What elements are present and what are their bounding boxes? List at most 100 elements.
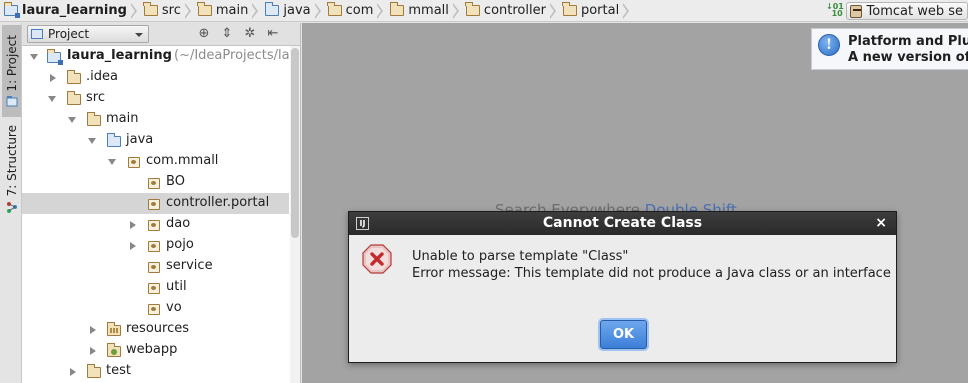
tree-node-label: pojo — [166, 237, 194, 252]
navbar-right-tools: ↓01 10 Tomcat web se — [826, 0, 968, 22]
project-view-select[interactable]: Project — [27, 25, 149, 43]
tab-structure[interactable]: 7: Structure — [2, 125, 21, 213]
breadcrumb-java[interactable]: java — [261, 0, 323, 22]
breadcrumb-label: mmall — [408, 3, 449, 18]
breadcrumb-label: com — [345, 3, 374, 18]
breadcrumb-com[interactable]: com — [324, 0, 387, 22]
project-icon — [6, 96, 17, 107]
notification-body: A new version of — [848, 50, 968, 65]
tree-node-vo[interactable]: vo — [22, 298, 289, 319]
tree-node-com-mmall[interactable]: com.mmall — [22, 151, 289, 172]
tree-node-label: test — [106, 363, 131, 378]
scroll-from-source-icon[interactable]: ⊕ — [197, 27, 211, 41]
breadcrumb-separator — [251, 0, 261, 22]
tree-node-idea[interactable]: .idea — [22, 67, 289, 88]
package-icon — [148, 199, 160, 210]
tree-node-webapp[interactable]: webapp — [22, 340, 289, 361]
tree-node-label: controller.portal — [166, 195, 270, 210]
folder-icon — [143, 2, 158, 16]
chevron-right-icon — [90, 347, 96, 355]
close-icon[interactable]: × — [875, 215, 887, 231]
package-icon — [148, 220, 160, 231]
gear-icon[interactable]: ✲ — [243, 27, 257, 41]
breadcrumb-separator — [451, 0, 462, 22]
tree-node-main[interactable]: main — [22, 109, 289, 130]
chevron-down-icon — [88, 138, 96, 144]
scrollbar-thumb[interactable] — [291, 48, 299, 238]
run-configuration-select[interactable]: Tomcat web se — [846, 2, 968, 20]
tree-node-project-root[interactable]: laura_learning (~/IdeaProjects/la — [22, 46, 289, 67]
package-icon — [148, 241, 160, 252]
dialog-titlebar[interactable]: IJ Cannot Create Class × — [349, 212, 896, 235]
dialog-title: Cannot Create Class — [542, 215, 703, 231]
cannot-create-class-dialog: IJ Cannot Create Class × Unable to parse… — [348, 211, 897, 363]
tree-node-resources[interactable]: resources — [22, 319, 289, 340]
breadcrumb-separator — [548, 0, 559, 22]
tree-node-label: BO — [166, 174, 185, 189]
breadcrumb-label: portal — [580, 3, 620, 18]
tree-node-controller-portal[interactable]: controller.portal — [22, 193, 289, 214]
folder-icon — [197, 2, 212, 16]
notification-title: Platform and Plu — [848, 34, 968, 49]
source-folder-icon — [106, 133, 121, 147]
tree-node-label: com.mmall — [146, 153, 219, 168]
folder-icon — [562, 2, 577, 16]
chevron-right-icon — [130, 242, 136, 250]
hide-panel-icon[interactable]: ⇤ — [266, 27, 280, 41]
chevron-down-icon — [68, 117, 76, 123]
tree-node-label: java — [126, 132, 154, 147]
tree-node-pojo[interactable]: pojo — [22, 235, 289, 256]
project-folder-icon — [46, 49, 63, 65]
project-tree-scrollbar[interactable] — [290, 46, 300, 383]
breadcrumb-label: controller — [483, 3, 546, 18]
tree-node-label: webapp — [126, 342, 178, 357]
tree-node-label: dao — [166, 216, 191, 231]
breadcrumb-project[interactable]: laura_learning — [0, 0, 140, 22]
sort-0-1-icon[interactable]: ↓01 10 — [826, 3, 844, 19]
tree-node-label: util — [166, 279, 187, 294]
chevron-right-icon — [90, 326, 96, 334]
tree-node-label: laura_learning — [67, 48, 172, 63]
breadcrumb-mmall[interactable]: mmall — [386, 0, 462, 22]
project-folder-icon — [3, 2, 20, 18]
breadcrumb-label: src — [161, 3, 181, 18]
tree-node-java[interactable]: java — [22, 130, 289, 151]
breadcrumb-portal[interactable]: portal — [559, 0, 632, 22]
tool-window-strip: 1: Project 7: Structure — [0, 23, 22, 383]
error-icon — [362, 244, 392, 274]
chevron-right-icon — [70, 368, 76, 376]
breadcrumb-main[interactable]: main — [194, 0, 261, 22]
tree-node-test[interactable]: test — [22, 361, 289, 382]
breadcrumb-src[interactable]: src — [140, 0, 194, 22]
tree-node-dao[interactable]: dao — [22, 214, 289, 235]
tree-node-label: resources — [126, 321, 190, 336]
update-notification[interactable]: ! Platform and Plu A new version of — [811, 28, 968, 70]
project-panel: Project ⊕ ⇕ ✲ ⇤ laura_learning (~/IdeaPr… — [22, 23, 301, 383]
chevron-down-icon — [108, 159, 116, 165]
chevron-down-icon — [48, 96, 56, 102]
breadcrumb-separator — [376, 0, 386, 22]
package-icon — [148, 178, 160, 189]
chevron-right-icon — [130, 221, 136, 229]
breadcrumb-controller[interactable]: controller — [462, 0, 559, 22]
folder-icon — [389, 2, 405, 16]
tree-node-src[interactable]: src — [22, 88, 289, 109]
project-panel-header: Project ⊕ ⇕ ✲ ⇤ — [22, 23, 300, 46]
project-view-label: Project — [48, 27, 90, 41]
project-tree: laura_learning (~/IdeaProjects/la .idea … — [22, 46, 289, 383]
ok-button[interactable]: OK — [600, 320, 647, 349]
package-icon — [128, 157, 140, 168]
folder-icon — [465, 2, 480, 16]
tab-structure-label: 7: Structure — [4, 125, 19, 197]
tomcat-icon — [850, 4, 862, 18]
breadcrumb-separator — [183, 0, 194, 22]
tree-node-service[interactable]: service — [22, 256, 289, 277]
source-folder-icon — [264, 2, 280, 16]
tree-node-util[interactable]: util — [22, 277, 289, 298]
collapse-all-icon[interactable]: ⇕ — [220, 27, 234, 41]
folder-icon — [86, 112, 101, 126]
tree-node-bo[interactable]: BO — [22, 172, 289, 193]
tree-node-label: vo — [166, 300, 182, 315]
tab-project[interactable]: 1: Project — [2, 25, 21, 117]
error-message-line2: Error message: This template did not pro… — [412, 266, 891, 281]
